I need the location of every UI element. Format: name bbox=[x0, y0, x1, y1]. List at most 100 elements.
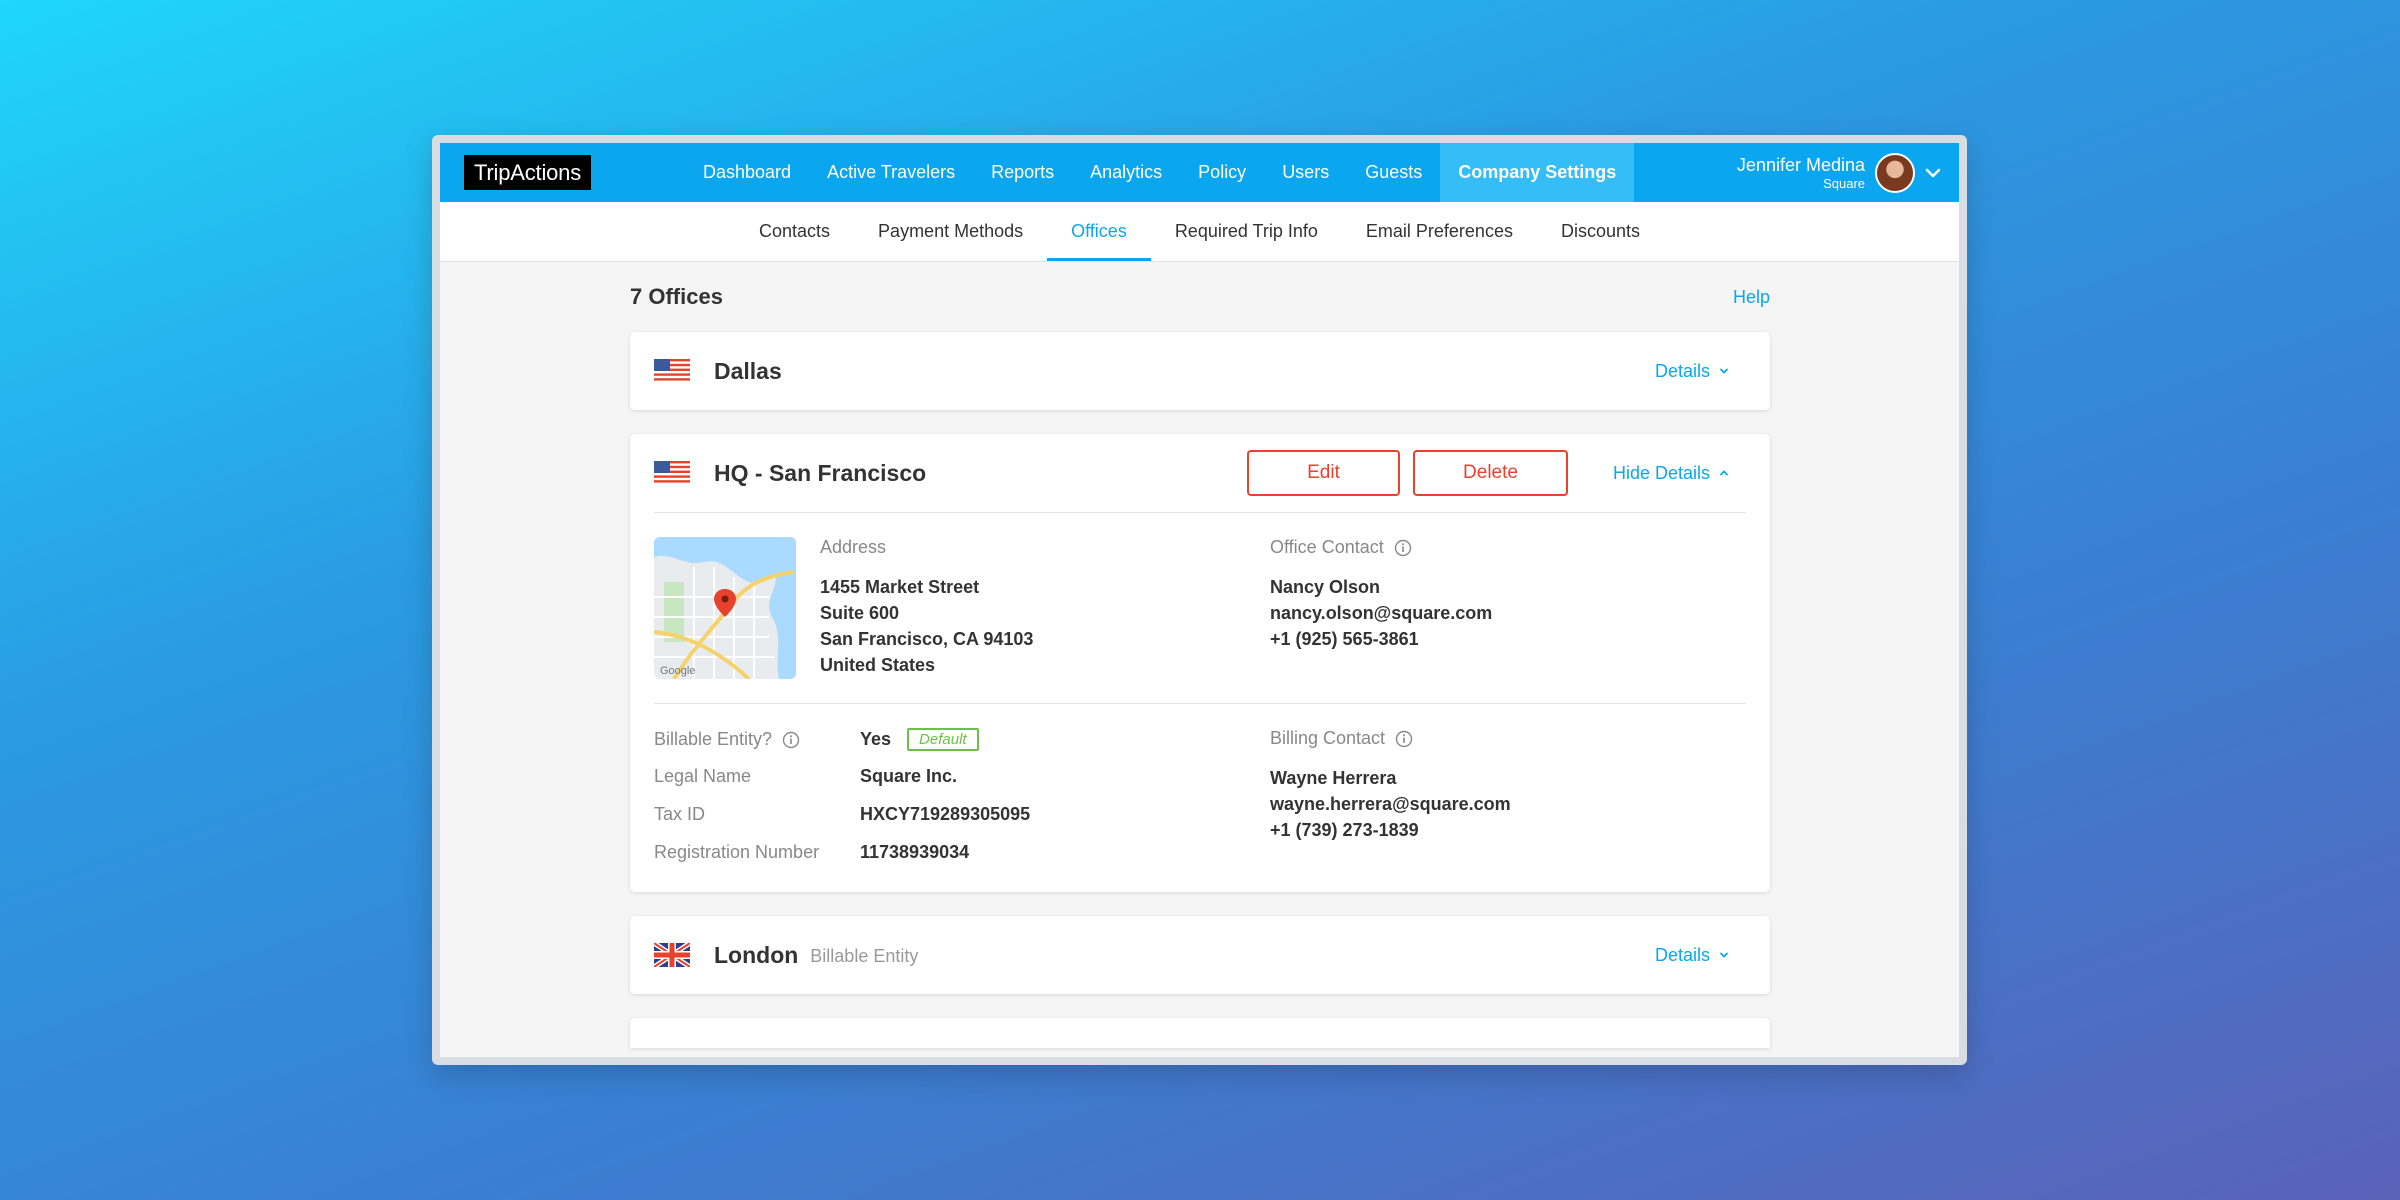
billing-contact-name: Wayne Herrera bbox=[1270, 768, 1397, 788]
nav-item-dashboard[interactable]: Dashboard bbox=[685, 143, 809, 202]
app-root: TripActions Dashboard Active Travelers R… bbox=[440, 143, 1959, 1057]
tripactions-logo[interactable]: TripActions bbox=[464, 155, 592, 190]
tax-id-row: Tax ID HXCY719289305095 bbox=[654, 804, 1030, 825]
tab-payment-methods[interactable]: Payment Methods bbox=[854, 202, 1047, 261]
billable-entity-label: Billable Entity? bbox=[654, 729, 773, 749]
tax-id-value: HXCY719289305095 bbox=[860, 804, 1031, 824]
top-nav: TripActions Dashboard Active Travelers R… bbox=[440, 143, 1959, 202]
nav-item-active-travelers[interactable]: Active Travelers bbox=[809, 143, 973, 202]
edit-button[interactable]: Edit bbox=[1247, 450, 1400, 496]
map-image bbox=[654, 537, 796, 679]
address-label: Address bbox=[820, 537, 887, 557]
delete-button[interactable]: Delete bbox=[1413, 450, 1568, 496]
office-contact-column: Office Contact Nancy Olson nancy.olson@s… bbox=[1270, 537, 1492, 652]
details-label: Details bbox=[1654, 360, 1710, 381]
office-card-hq-san-francisco: HQ - San Francisco Edit Delete Hide Deta… bbox=[630, 434, 1770, 892]
tab-required-trip-info[interactable]: Required Trip Info bbox=[1151, 202, 1342, 261]
billing-contact-label: Billing Contact bbox=[1270, 728, 1386, 748]
billing-contact-label-row: Billing Contact bbox=[1270, 728, 1511, 749]
page-title: 7 Offices bbox=[630, 284, 723, 309]
office-card-partial bbox=[630, 1018, 1770, 1048]
hide-details-toggle[interactable]: Hide Details bbox=[1613, 463, 1730, 484]
nav-item-guests[interactable]: Guests bbox=[1347, 143, 1440, 202]
user-info: Jennifer Medina Square bbox=[1737, 154, 1865, 192]
office-contact-label-row: Office Contact bbox=[1270, 537, 1492, 558]
office-card-london: London Billable Entity Details bbox=[630, 916, 1770, 994]
office-card-header[interactable]: London Billable Entity Details bbox=[630, 916, 1770, 994]
details-toggle[interactable]: Details bbox=[1655, 361, 1730, 382]
registration-value: 11738939034 bbox=[860, 842, 970, 862]
nav-item-analytics[interactable]: Analytics bbox=[1072, 143, 1180, 202]
settings-subnav: Contacts Payment Methods Offices Require… bbox=[440, 202, 1959, 262]
legal-name-value: Square Inc. bbox=[860, 766, 958, 786]
offices-content: 7 Offices Help Dallas Details HQ - San F… bbox=[630, 262, 1770, 1048]
us-flag-icon bbox=[654, 359, 690, 383]
registration-label: Registration Number bbox=[654, 842, 820, 862]
office-card-header: HQ - San Francisco Edit Delete Hide Deta… bbox=[630, 434, 1770, 512]
map-watermark: Google bbox=[660, 665, 696, 677]
nav-item-company-settings[interactable]: Company Settings bbox=[1440, 143, 1635, 202]
office-details: Google Address 1455 Market Street Suite … bbox=[630, 512, 1770, 892]
office-name: London bbox=[714, 941, 799, 968]
tab-discounts[interactable]: Discounts bbox=[1537, 202, 1664, 261]
registration-row: Registration Number 11738939034 bbox=[654, 842, 969, 863]
billing-contact-values: Wayne Herrera wayne.herrera@square.com +… bbox=[1270, 765, 1511, 843]
nav-item-reports[interactable]: Reports bbox=[973, 143, 1072, 202]
address-column: Address 1455 Market Street Suite 600 San… bbox=[820, 537, 1033, 678]
billable-entity-row: Billable Entity? Yes Default bbox=[654, 728, 979, 751]
address-line-4: United States bbox=[820, 655, 936, 675]
details-toggle[interactable]: Details bbox=[1655, 945, 1730, 966]
office-contact-values: Nancy Olson nancy.olson@square.com +1 (9… bbox=[1270, 574, 1492, 652]
billing-contact-email: wayne.herrera@square.com bbox=[1270, 794, 1511, 814]
main-nav: Dashboard Active Travelers Reports Analy… bbox=[685, 143, 1635, 202]
office-map[interactable]: Google bbox=[654, 537, 796, 679]
info-icon[interactable] bbox=[1394, 539, 1412, 557]
chevron-down-icon[interactable] bbox=[1925, 165, 1941, 181]
legal-name-row: Legal Name Square Inc. bbox=[654, 766, 957, 787]
user-org: Square bbox=[1823, 175, 1865, 191]
billable-entity-tag: Billable Entity bbox=[810, 945, 919, 966]
billing-contact-column: Billing Contact Wayne Herrera wayne.herr… bbox=[1270, 728, 1511, 843]
chevron-down-icon bbox=[1720, 952, 1728, 958]
legal-name-label: Legal Name bbox=[654, 766, 752, 786]
tax-id-label: Tax ID bbox=[654, 804, 706, 824]
info-icon[interactable] bbox=[782, 731, 800, 749]
browser-window: TripActions Dashboard Active Travelers R… bbox=[432, 135, 1967, 1065]
heading-row: 7 Offices Help bbox=[630, 262, 1770, 332]
billable-entity-value-row: Yes Default bbox=[860, 728, 979, 751]
default-badge: Default bbox=[907, 728, 979, 751]
office-contact-name: Nancy Olson bbox=[1270, 577, 1381, 597]
address-row: Google Address 1455 Market Street Suite … bbox=[654, 513, 1746, 703]
help-link[interactable]: Help bbox=[1733, 287, 1770, 308]
user-name: Jennifer Medina bbox=[1736, 154, 1865, 175]
billable-entity-value: Yes bbox=[860, 729, 892, 749]
chevron-down-icon bbox=[1720, 368, 1728, 374]
office-card-header[interactable]: Dallas Details bbox=[630, 332, 1770, 410]
office-contact-email: nancy.olson@square.com bbox=[1270, 603, 1493, 623]
office-name: HQ - San Francisco bbox=[714, 459, 927, 486]
billing-row: Billable Entity? Yes Default Legal Name … bbox=[654, 704, 1746, 892]
address-line-1: 1455 Market Street bbox=[820, 577, 980, 597]
address-line-2: Suite 600 bbox=[820, 603, 900, 623]
hide-details-label: Hide Details bbox=[1612, 462, 1710, 483]
tab-offices[interactable]: Offices bbox=[1047, 202, 1151, 261]
office-contact-phone: +1 (925) 565-3861 bbox=[1270, 629, 1419, 649]
avatar[interactable] bbox=[1875, 152, 1915, 193]
address-values: 1455 Market Street Suite 600 San Francis… bbox=[820, 574, 1033, 678]
billable-entity-label-row: Billable Entity? bbox=[654, 729, 860, 750]
nav-item-users[interactable]: Users bbox=[1264, 143, 1347, 202]
office-card-dallas: Dallas Details bbox=[630, 332, 1770, 410]
details-label: Details bbox=[1654, 944, 1710, 965]
chevron-up-icon bbox=[1720, 470, 1728, 476]
office-contact-label: Office Contact bbox=[1270, 537, 1384, 557]
us-flag-icon bbox=[654, 461, 690, 485]
uk-flag-icon bbox=[654, 943, 690, 967]
tab-contacts[interactable]: Contacts bbox=[735, 202, 854, 261]
nav-item-policy[interactable]: Policy bbox=[1180, 143, 1264, 202]
tab-email-preferences[interactable]: Email Preferences bbox=[1342, 202, 1537, 261]
billing-contact-phone: +1 (739) 273-1839 bbox=[1270, 820, 1419, 840]
office-name: Dallas bbox=[714, 357, 782, 384]
info-icon[interactable] bbox=[1395, 730, 1413, 748]
address-line-3: San Francisco, CA 94103 bbox=[820, 629, 1034, 649]
user-menu[interactable]: Jennifer Medina Square bbox=[1737, 143, 1941, 202]
